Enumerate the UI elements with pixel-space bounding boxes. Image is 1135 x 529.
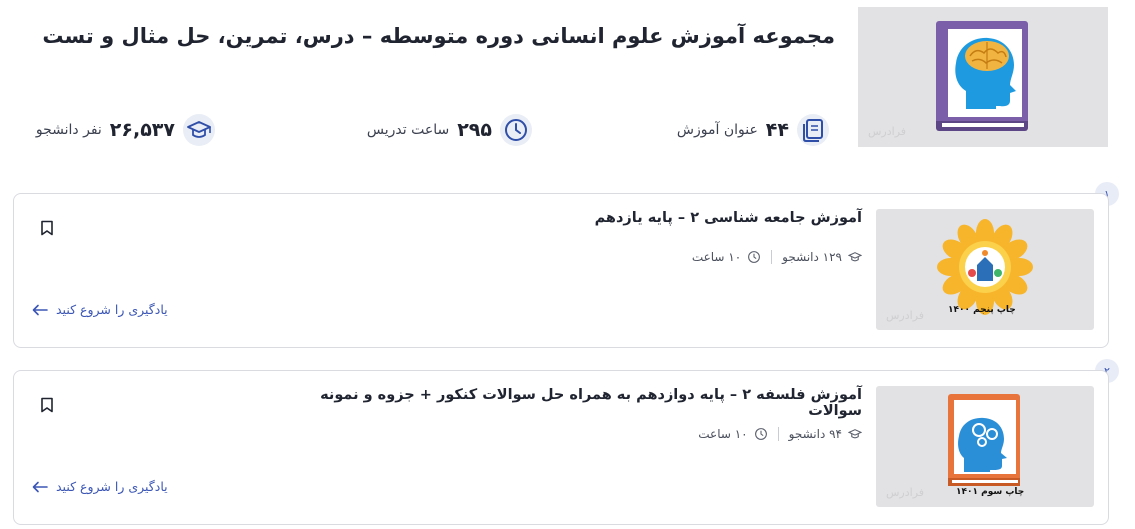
thumbnail-watermark: فرادرس (886, 309, 925, 322)
students-count: ۲۶,۵۳۷ (109, 119, 175, 141)
book-stack-icon (797, 114, 829, 146)
bookmark-icon (41, 397, 53, 413)
graduation-cap-icon (848, 429, 862, 439)
page-title: مجموعه آموزش علوم انسانی دوره متوسطه – د… (42, 24, 835, 48)
thumbnail-watermark: فرادرس (868, 125, 907, 138)
bookmark-icon (41, 220, 53, 236)
thumbnail-watermark: فرادرس (886, 486, 925, 499)
start-learning-label: یادگیری را شروع کنید (56, 302, 168, 317)
course-hours: ۱۰ ساعت (698, 427, 748, 441)
bookmark-button[interactable] (40, 220, 54, 240)
graduation-cap-icon (183, 114, 215, 146)
courses-count: ۴۴ (765, 119, 789, 141)
bookmark-button[interactable] (40, 397, 54, 417)
course-meta: ۱۲۹ دانشجو ۱۰ ساعت (692, 250, 862, 264)
stat-students: ۲۶,۵۳۷ نفر دانشجو (36, 114, 215, 146)
book-illustration (936, 21, 1028, 133)
graduation-cap-icon (848, 252, 862, 262)
stat-courses: ۴۴ عنوان آموزش (677, 114, 829, 146)
edition-label: چاپ پنجم ۱۴۰۰ (948, 305, 1016, 315)
arrow-left-icon (32, 304, 48, 315)
course-thumbnail[interactable]: چاپ پنجم ۱۴۰۰ فرادرس (876, 209, 1094, 330)
meta-divider (777, 427, 779, 441)
start-learning-link[interactable]: یادگیری را شروع کنید (32, 479, 168, 494)
course-students: ۹۴ دانشجو (788, 427, 842, 441)
meta-divider (771, 250, 773, 264)
students-label: نفر دانشجو (35, 122, 102, 138)
course-card[interactable]: چاپ پنجم ۱۴۰۰ فرادرس آموزش جامعه شناسی ۲… (13, 193, 1109, 348)
clock-icon (500, 114, 532, 146)
stat-hours: ۲۹۵ ساعت تدریس (367, 114, 532, 146)
course-title[interactable]: آموزش فلسفه ۲ – پایه دوازدهم به همراه حل… (262, 387, 862, 419)
start-learning-link[interactable]: یادگیری را شروع کنید (32, 302, 168, 317)
hours-label: ساعت تدریس (366, 122, 450, 138)
hours-count: ۲۹۵ (457, 119, 492, 141)
arrow-left-icon (32, 481, 48, 492)
courses-label: عنوان آموزش (676, 122, 758, 138)
course-title[interactable]: آموزش جامعه شناسی ۲ – پایه یازدهم (262, 210, 862, 226)
edition-label: چاپ سوم ۱۴۰۱ (956, 487, 1025, 497)
start-learning-label: یادگیری را شروع کنید (56, 479, 168, 494)
collection-thumbnail: فرادرس (858, 7, 1108, 147)
clock-icon (748, 251, 761, 263)
course-thumbnail[interactable]: چاپ سوم ۱۴۰۱ فرادرس (876, 386, 1094, 507)
course-students: ۱۲۹ دانشجو (782, 250, 842, 264)
course-meta: ۹۴ دانشجو ۱۰ ساعت (698, 427, 862, 441)
clock-icon (754, 428, 767, 440)
course-hours: ۱۰ ساعت (691, 250, 742, 264)
course-card[interactable]: چاپ سوم ۱۴۰۱ فرادرس آموزش فلسفه ۲ – پایه… (13, 370, 1109, 525)
head-brain-icon (955, 37, 1016, 109)
